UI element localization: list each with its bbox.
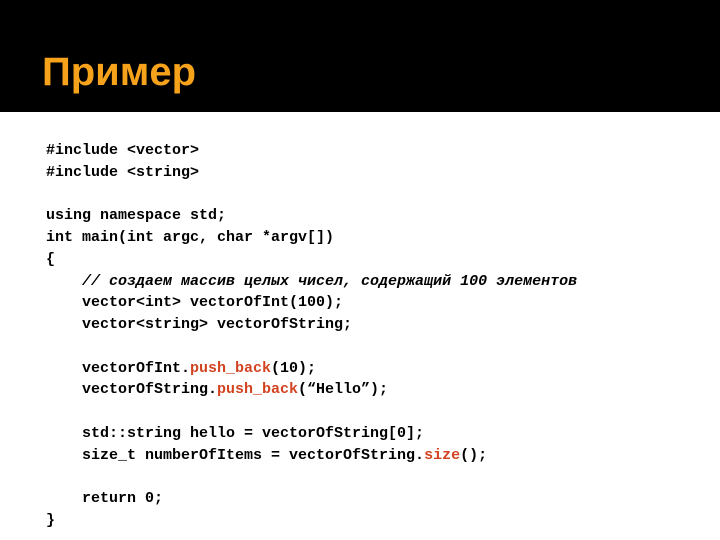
title-bar: Пример <box>0 0 720 112</box>
accent-token: push_back <box>190 360 271 377</box>
slide: Пример #include <vector> #include <strin… <box>0 0 720 540</box>
code-block: #include <vector> #include <string> usin… <box>46 140 577 532</box>
code-line: vectorOfString.push_back(“Hello”); <box>46 381 388 398</box>
code-line: vector<string> vectorOfString; <box>46 316 352 333</box>
code-line: return 0; <box>46 490 163 507</box>
code-line: } <box>46 512 55 529</box>
code-line: { <box>46 251 55 268</box>
code-line: #include <vector> <box>46 142 199 159</box>
code-line: vectorOfInt.push_back(10); <box>46 360 316 377</box>
accent-token: push_back <box>217 381 298 398</box>
code-line: #include <string> <box>46 164 199 181</box>
slide-title: Пример <box>42 50 196 95</box>
code-line: std::string hello = vectorOfString[0]; <box>46 425 424 442</box>
code-line: size_t numberOfItems = vectorOfString.si… <box>46 447 487 464</box>
code-line: int main(int argc, char *argv[]) <box>46 229 334 246</box>
code-comment: // создаем массив целых чисел, содержащи… <box>46 273 577 290</box>
code-line: using namespace std; <box>46 207 226 224</box>
code-line: vector<int> vectorOfInt(100); <box>46 294 343 311</box>
accent-token: size <box>424 447 460 464</box>
